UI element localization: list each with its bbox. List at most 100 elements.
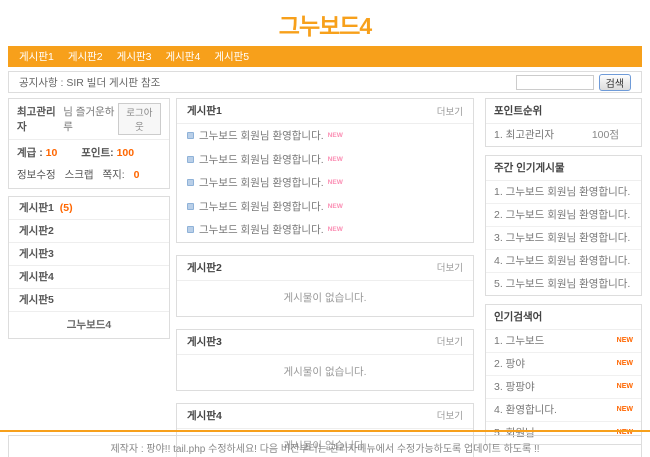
login-stats: 계급 : 10 포인트: 100 xyxy=(9,140,169,164)
post-bullet-icon xyxy=(187,132,194,139)
new-badge: NEW xyxy=(328,226,343,233)
post-item: 그누보드 회원님 환영합니다. NEW xyxy=(177,124,473,148)
sidebar-item-board2[interactable]: 게시판2 xyxy=(9,220,169,243)
search-term: 1. 그누보드 xyxy=(494,333,544,348)
board-title: 게시판3 xyxy=(187,334,222,349)
logout-button[interactable]: 로그아웃 xyxy=(118,103,161,135)
board-title: 게시판1 xyxy=(187,103,222,118)
menu-footer-brand: 그누보드4 xyxy=(9,312,169,338)
edit-info-link[interactable]: 정보수정 xyxy=(17,169,56,181)
search-term: 4. 환영합니다. xyxy=(494,402,557,417)
search-term-item[interactable]: 2. 팡야 NEW xyxy=(486,353,641,376)
board-title: 게시판4 xyxy=(187,408,222,423)
point-rank-widget: 포인트순위 1. 최고관리자 100점 xyxy=(485,98,642,147)
board1-widget: 게시판1 더보기 그누보드 회원님 환영합니다. NEW 그누보드 회원님 환영… xyxy=(176,98,474,243)
popular-search-widget: 인기검색어 1. 그누보드 NEW 2. 팡야 NEW 3. 팡팡야 NEW 4… xyxy=(485,304,642,445)
empty-message: 게시물이 없습니다. xyxy=(177,355,473,390)
rank-label: 계급 : xyxy=(17,147,43,159)
sidebar-item-board3[interactable]: 게시판3 xyxy=(9,243,169,266)
search-term-item[interactable]: 3. 팡팡야 NEW xyxy=(486,376,641,399)
search-term: 3. 팡팡야 xyxy=(494,379,535,394)
more-link[interactable]: 더보기 xyxy=(437,334,463,348)
board-header: 게시판2 더보기 xyxy=(177,256,473,281)
board2-widget: 게시판2 더보기 게시물이 없습니다. xyxy=(176,255,474,317)
sidebar-item-board5[interactable]: 게시판5 xyxy=(9,289,169,312)
post-link[interactable]: 그누보드 회원님 환영합니다. xyxy=(199,128,324,143)
greeting-text: 님 즐거운하루 xyxy=(63,104,117,134)
board-header: 게시판1 더보기 xyxy=(177,99,473,124)
empty-message: 게시물이 없습니다. xyxy=(177,281,473,316)
post-item: 그누보드 회원님 환영합니다. NEW xyxy=(177,148,473,172)
nav-item-board4[interactable]: 게시판4 xyxy=(165,49,200,64)
search-term: 2. 팡야 xyxy=(494,356,525,371)
more-link[interactable]: 더보기 xyxy=(437,260,463,274)
popular-post-item[interactable]: 4. 그누보드 회원님 환영합니다. xyxy=(486,250,641,273)
right-column: 포인트순위 1. 최고관리자 100점 주간 인기게시물 1. 그누보드 회원님… xyxy=(485,98,642,453)
login-box: 최고관리자 님 즐거운하루 로그아웃 계급 : 10 포인트: 100 정보수정… xyxy=(8,98,170,189)
weekly-popular-widget: 주간 인기게시물 1. 그누보드 회원님 환영합니다. 2. 그누보드 회원님 … xyxy=(485,155,642,296)
search-button[interactable]: 검색 xyxy=(599,74,631,91)
new-post-count: (5) xyxy=(60,202,73,214)
menu-label: 게시판2 xyxy=(19,225,54,237)
center-column: 게시판1 더보기 그누보드 회원님 환영합니다. NEW 그누보드 회원님 환영… xyxy=(176,98,474,457)
rank-points: 100점 xyxy=(592,127,619,142)
more-link[interactable]: 더보기 xyxy=(437,408,463,422)
search-term-item[interactable]: 4. 환영합니다. NEW xyxy=(486,399,641,422)
popular-post-item[interactable]: 1. 그누보드 회원님 환영합니다. xyxy=(486,181,641,204)
post-link[interactable]: 그누보드 회원님 환영합니다. xyxy=(199,175,324,190)
menu-label: 게시판4 xyxy=(19,271,54,283)
new-badge: NEW xyxy=(617,383,633,390)
menu-label: 게시판1 xyxy=(19,202,54,214)
nav-item-board3[interactable]: 게시판3 xyxy=(117,49,152,64)
nav-item-board1[interactable]: 게시판1 xyxy=(19,49,54,64)
menu-label: 게시판3 xyxy=(19,248,54,260)
page: 그누보드4 게시판1 게시판2 게시판3 게시판4 게시판5 공지사항 : SI… xyxy=(0,0,650,457)
post-bullet-icon xyxy=(187,226,194,233)
memo-link[interactable]: 쪽지: xyxy=(102,169,124,181)
popular-search-title: 인기검색어 xyxy=(486,305,641,330)
rank-value: 10 xyxy=(46,147,58,159)
new-badge: NEW xyxy=(328,132,343,139)
point-label: 포인트: xyxy=(81,147,113,159)
post-item: 그누보드 회원님 환영합니다. NEW xyxy=(177,195,473,219)
post-link[interactable]: 그누보드 회원님 환영합니다. xyxy=(199,222,324,237)
post-item: 그누보드 회원님 환영합니다. NEW xyxy=(177,218,473,242)
search-term-item[interactable]: 1. 그누보드 NEW xyxy=(486,330,641,353)
post-bullet-icon xyxy=(187,156,194,163)
popular-post-item[interactable]: 2. 그누보드 회원님 환영합니다. xyxy=(486,204,641,227)
sidebar-item-board1[interactable]: 게시판1 (5) xyxy=(9,197,169,220)
board-header: 게시판3 더보기 xyxy=(177,330,473,355)
point-rank-title: 포인트순위 xyxy=(486,99,641,124)
post-bullet-icon xyxy=(187,179,194,186)
side-menu: 게시판1 (5) 게시판2 게시판3 게시판4 게시판5 그누보드4 xyxy=(8,196,170,339)
point-rank-item[interactable]: 1. 최고관리자 100점 xyxy=(486,124,641,146)
new-badge: NEW xyxy=(617,406,633,413)
new-badge: NEW xyxy=(328,156,343,163)
footer-text: 제작자 : 팡야!! tail.php 수정하세요! 다음 버전부터는 관리자메… xyxy=(8,435,642,457)
scrap-link[interactable]: 스크랩 xyxy=(65,169,94,181)
popular-post-item[interactable]: 5. 그누보드 회원님 환영합니다. xyxy=(486,273,641,295)
new-badge: NEW xyxy=(328,179,343,186)
nav-item-board5[interactable]: 게시판5 xyxy=(214,49,249,64)
memo-count: 0 xyxy=(134,169,140,181)
nav-item-board2[interactable]: 게시판2 xyxy=(68,49,103,64)
post-link[interactable]: 그누보드 회원님 환영합니다. xyxy=(199,199,324,214)
main-nav: 게시판1 게시판2 게시판3 게시판4 게시판5 xyxy=(8,46,642,67)
menu-label: 게시판5 xyxy=(19,294,54,306)
new-badge: NEW xyxy=(328,203,343,210)
rank-name: 1. 최고관리자 xyxy=(494,127,554,142)
point-value: 100 xyxy=(117,147,135,159)
new-badge: NEW xyxy=(617,337,633,344)
notice-bar: 공지사항 : SIR 빌더 게시판 참조 검색 xyxy=(8,71,642,93)
sidebar-item-board4[interactable]: 게시판4 xyxy=(9,266,169,289)
post-item: 그누보드 회원님 환영합니다. NEW xyxy=(177,171,473,195)
more-link[interactable]: 더보기 xyxy=(437,104,463,118)
username: 최고관리자 xyxy=(17,104,60,134)
post-link[interactable]: 그누보드 회원님 환영합니다. xyxy=(199,152,324,167)
page-footer: 제작자 : 팡야!! tail.php 수정하세요! 다음 버전부터는 관리자메… xyxy=(0,430,650,457)
search-input[interactable] xyxy=(516,75,594,90)
login-links: 정보수정 스크랩 쪽지: 0 xyxy=(9,164,169,188)
board-title: 게시판2 xyxy=(187,260,222,275)
popular-post-item[interactable]: 3. 그누보드 회원님 환영합니다. xyxy=(486,227,641,250)
login-greeting: 최고관리자 님 즐거운하루 로그아웃 xyxy=(9,99,169,140)
